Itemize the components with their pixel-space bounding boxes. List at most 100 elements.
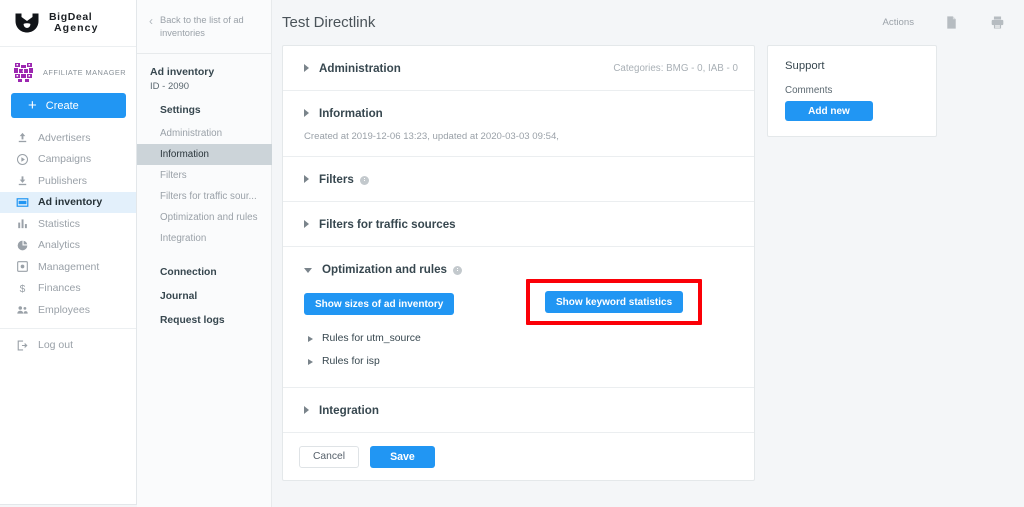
optimization-buttons-row: Show sizes of ad inventory Show keyword … [304,279,738,325]
created-updated-text: Created at 2019-12-06 13:23, updated at … [304,131,559,142]
chevron-right-icon [304,175,309,183]
sidebar-item-analytics[interactable]: Analytics [0,235,136,257]
create-button-label: Create [45,99,79,112]
back-to-list-label: Back to the list of ad inventories [160,15,244,38]
support-panel: Support Comments Add new [767,45,937,137]
create-button[interactable]: + Create [11,93,126,118]
actions-menu-button[interactable]: Actions [883,17,914,28]
logout-icon [15,338,29,352]
rule-label: Rules for utm_source [322,333,421,344]
section-filters: Filters [283,157,754,202]
sidebar-item-label: Publishers [38,174,88,187]
top-bar: Test Directlink Actions [272,0,1024,45]
sidebar-item-publishers[interactable]: Publishers [0,170,136,192]
window-icon [15,195,29,209]
sidebar-item-label: Analytics [38,239,81,252]
save-button[interactable]: Save [370,445,435,468]
info-icon[interactable] [452,265,462,275]
subnav-item-label: Filters for traffic sour... [160,191,257,202]
content-row: Administration Categories: BMG - 0, IAB … [272,45,1024,481]
sidebar-item-statistics[interactable]: Statistics [0,213,136,235]
sidebar-item-label: Log out [38,339,74,352]
frame-icon [15,260,29,274]
section-filters-header[interactable]: Filters [299,157,738,201]
optimization-rules-list: Rules for utm_source Rules for isp [304,327,738,373]
brand-line-2: Agency [54,22,99,34]
account-row[interactable]: AFFILIATE MANAGER [0,56,136,89]
sidebar-item-logout[interactable]: Log out [0,335,136,357]
settings-group-header: Settings [160,105,201,116]
document-icon[interactable] [944,15,960,31]
subnav-item-request-logs[interactable]: Request logs [137,308,271,332]
section-title: Integration [319,403,379,417]
subnav-item-label: Connection [160,266,217,278]
section-information-header[interactable]: Information [299,91,738,135]
subnav-item-filters[interactable]: Filters [137,165,271,186]
section-administration-header[interactable]: Administration Categories: BMG - 0, IAB … [299,46,738,90]
secondary-sidebar: ‹ Back to the list of ad inventories Ad … [137,0,274,507]
chevron-right-icon [304,406,309,414]
settings-card: Administration Categories: BMG - 0, IAB … [282,45,755,481]
sidebar-item-management[interactable]: Management [0,256,136,278]
subnav-item-administration[interactable]: Administration [137,123,271,144]
rule-label: Rules for isp [322,356,380,367]
section-title: Optimization and rules [322,262,447,276]
subnav-item-filters-traffic-sources[interactable]: Filters for traffic sour... [137,186,271,207]
sidebar-item-label: Advertisers [38,131,91,144]
section-administration: Administration Categories: BMG - 0, IAB … [283,46,754,91]
info-icon[interactable] [359,175,369,185]
subnav-item-journal[interactable]: Journal [137,284,271,308]
sidebar-item-employees[interactable]: Employees [0,299,136,321]
add-new-comment-button[interactable]: Add new [785,101,873,121]
people-icon [15,303,29,317]
brand-logo[interactable]: BigDeal Agency [0,0,136,47]
section-optimization-body: Show sizes of ad inventory Show keyword … [299,279,738,387]
subnav-links: Connection Journal Request logs [137,260,271,332]
subnav-item-optimization-and-rules[interactable]: Optimization and rules [137,207,271,228]
cancel-button[interactable]: Cancel [299,445,360,468]
top-bar-actions: Actions [883,15,1006,31]
dollar-icon: $ [15,281,29,295]
subnav-item-integration[interactable]: Integration [137,228,271,249]
subnav-item-label: Integration [160,233,207,244]
primary-sidebar: BigDeal Agency AFFILIATE MANAGER + Creat… [0,0,137,505]
pie-chart-icon [15,238,29,252]
chevron-left-icon: ‹ [149,14,153,28]
plus-icon: + [28,97,37,114]
rules-for-utm-source-row[interactable]: Rules for utm_source [304,327,738,350]
sidebar-item-label: Statistics [38,217,81,230]
show-sizes-of-ad-inventory-button[interactable]: Show sizes of ad inventory [304,293,455,315]
subnav-item-information[interactable]: Information [137,144,274,165]
show-keyword-statistics-button[interactable]: Show keyword statistics [545,291,684,313]
sidebar-item-label: Finances [38,282,81,295]
primary-nav: Advertisers Campaigns Publishers Ad inve… [0,127,136,356]
download-icon [15,174,29,188]
sidebar-item-finances[interactable]: $ Finances [0,278,136,300]
sidebar-item-campaigns[interactable]: Campaigns [0,149,136,171]
section-integration-header[interactable]: Integration [299,388,738,432]
keyword-statistics-highlight: Show keyword statistics [526,279,703,325]
sidebar-item-label: Management [38,260,100,273]
comments-label: Comments [785,85,833,96]
section-title: Filters for traffic sources [319,217,456,231]
upload-icon [15,131,29,145]
account-role-label: AFFILIATE MANAGER [43,68,127,77]
bull-shield-logo-icon [14,12,40,34]
subnav-item-connection[interactable]: Connection [137,260,271,284]
sidebar-item-advertisers[interactable]: Advertisers [0,127,136,149]
subnav-item-label: Information [160,149,210,160]
chevron-right-icon [308,335,313,342]
back-to-list-link[interactable]: ‹ Back to the list of ad inventories [137,0,271,39]
printer-icon[interactable] [990,15,1006,31]
support-title: Support [785,60,825,72]
settings-items: Administration Information Filters Filte… [137,123,274,249]
section-optimization-and-rules: Optimization and rules Show sizes of ad … [283,247,754,388]
section-filters-traffic-sources-header[interactable]: Filters for traffic sources [299,202,738,246]
section-integration: Integration [283,388,754,433]
sidebar-item-ad-inventory[interactable]: Ad inventory [0,191,136,213]
administration-categories: Categories: BMG - 0, IAB - 0 [613,62,738,74]
subnav-item-label: Filters [160,170,187,181]
footer-buttons-row: Cancel Save [283,433,754,480]
rules-for-isp-row[interactable]: Rules for isp [304,350,738,373]
subnav-item-label: Optimization and rules [160,212,258,223]
